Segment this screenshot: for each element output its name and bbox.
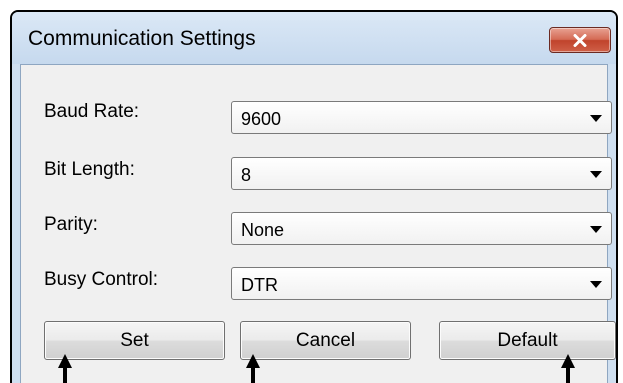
bit-length-select[interactable]: 8: [231, 157, 612, 190]
busy-control-select[interactable]: DTR: [231, 267, 612, 300]
parity-value: None: [241, 220, 285, 240]
settings-panel: Baud Rate: 9600 Bit Length: 8 Parity: No…: [20, 64, 616, 383]
up-arrow-pointer-icon: [561, 354, 575, 383]
chevron-down-icon: [590, 281, 602, 288]
busy-control-label: Busy Control:: [44, 269, 159, 290]
busy-control-value: DTR: [241, 275, 278, 295]
communication-settings-dialog: Communication Settings Baud Rate: 9600 B…: [10, 10, 618, 383]
baud-rate-value: 9600: [241, 109, 282, 129]
baud-rate-select[interactable]: 9600: [231, 101, 612, 134]
cancel-button[interactable]: Cancel: [240, 321, 411, 360]
up-arrow-pointer-icon: [58, 354, 72, 383]
dialog-title: Communication Settings: [28, 27, 256, 50]
chevron-down-icon: [590, 226, 602, 233]
bit-length-label: Bit Length:: [44, 159, 135, 180]
parity-label: Parity:: [44, 214, 98, 235]
default-button[interactable]: Default: [439, 321, 616, 360]
up-arrow-pointer-icon: [246, 354, 260, 383]
close-button[interactable]: [549, 27, 611, 53]
chevron-down-icon: [590, 115, 602, 122]
baud-rate-label: Baud Rate:: [44, 101, 140, 122]
close-icon: [573, 34, 587, 47]
chevron-down-icon: [590, 171, 602, 178]
bit-length-value: 8: [241, 165, 252, 185]
title-bar[interactable]: Communication Settings: [12, 12, 616, 64]
parity-select[interactable]: None: [231, 212, 612, 245]
